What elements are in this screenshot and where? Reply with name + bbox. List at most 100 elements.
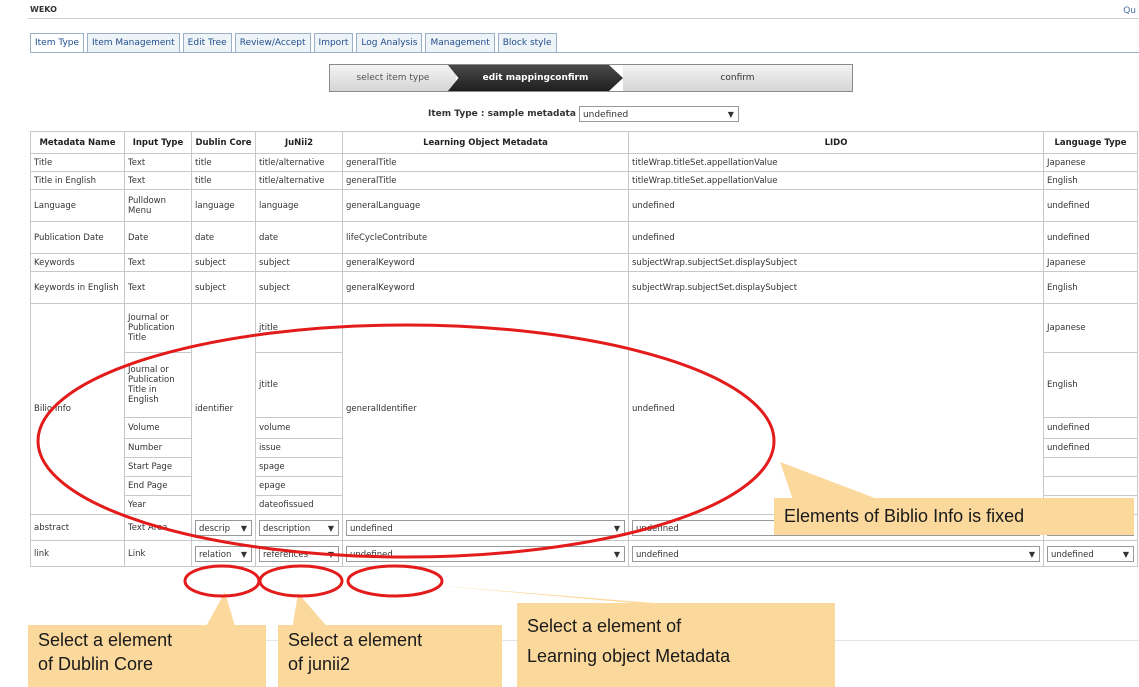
table-row: Keywords in English Text subject subject…: [30, 271, 1138, 304]
cell-dublin: title: [191, 171, 256, 190]
cell-lang: Japanese: [1043, 253, 1138, 272]
link-lang-select[interactable]: undefined ▼: [1047, 545, 1134, 562]
select-value: undefined: [350, 549, 393, 560]
cell-input: Text: [124, 153, 192, 172]
cell-lang: English: [1043, 352, 1138, 418]
cell-name: Keywords: [30, 253, 125, 272]
table-row: Title Text title title/alternative gener…: [30, 153, 1138, 172]
wizard-step-confirm[interactable]: confirm: [623, 65, 852, 91]
cell-lang: [1043, 457, 1138, 477]
cell-lom-biblio: generalIdentifier: [342, 303, 629, 515]
table-row: Keywords Text subject subject generalKey…: [30, 253, 1138, 272]
table-header-row: Metadata Name Input Type Dublin Core JuN…: [30, 131, 1138, 154]
abstract-junii-select[interactable]: description ▼: [259, 519, 339, 536]
callout-junii-line1: Select a element: [288, 630, 423, 650]
tab-block-style[interactable]: Block style: [497, 33, 557, 53]
cell-input: Text: [124, 171, 192, 190]
chevron-down-icon: ▼: [240, 549, 247, 559]
callout-lom-line1: Select a element of: [527, 616, 682, 636]
item-type-select-value: undefined: [582, 110, 629, 120]
cell-lang: undefined: [1043, 417, 1138, 439]
tab-divider: [30, 52, 1139, 53]
cell-lang: undefined ▼: [1043, 540, 1138, 567]
cell-lom: generalKeyword: [342, 271, 629, 304]
chevron-down-icon: ▼: [1028, 549, 1035, 559]
select-value: relation: [199, 549, 232, 560]
cell-lido: undefined: [628, 221, 1044, 254]
tab-item-type[interactable]: Item Type: [30, 33, 85, 53]
cell-lom: undefined ▼: [342, 514, 629, 541]
col-lom: Learning Object Metadata: [342, 131, 629, 154]
tab-review-accept[interactable]: Review/Accept: [234, 33, 311, 53]
table-row: Publication Date Date date date lifeCycl…: [30, 221, 1138, 254]
cell-input: Number: [124, 438, 192, 458]
tab-log-analysis[interactable]: Log Analysis: [356, 33, 423, 53]
cell-input: Start Page: [124, 457, 192, 477]
link-junii-select[interactable]: references ▼: [259, 545, 339, 562]
main-tabs: Item Type Item Management Edit Tree Revi…: [30, 33, 557, 53]
wizard-step-edit-mapping[interactable]: edit mappingconfirm: [448, 65, 623, 91]
cell-lido: undefined: [628, 189, 1044, 222]
cell-junii: subject: [255, 271, 343, 304]
col-language-type: Language Type: [1043, 131, 1138, 154]
cell-junii: language: [255, 189, 343, 222]
cell-junii: jtitle: [255, 303, 343, 353]
callout-lom: Select a element of Learning object Meta…: [517, 603, 835, 687]
link-lido-select[interactable]: undefined ▼: [632, 545, 1040, 562]
cell-lido: undefined ▼: [628, 540, 1044, 567]
cell-lang: undefined: [1043, 189, 1138, 222]
col-dublin-core: Dublin Core: [191, 131, 256, 154]
select-value: undefined: [636, 523, 679, 534]
callout-junii2: Select a element of junii2: [278, 625, 502, 687]
tab-edit-tree[interactable]: Edit Tree: [182, 33, 232, 53]
chevron-down-icon: ▼: [240, 523, 247, 533]
col-lido: LIDO: [628, 131, 1044, 154]
cell-name-biblio: Bilio Info: [30, 303, 125, 515]
cell-input: Text: [124, 253, 192, 272]
cell-input: Text: [124, 271, 192, 304]
link-lom-select[interactable]: undefined ▼: [346, 545, 625, 562]
link-dublin-select[interactable]: relation ▼: [195, 545, 252, 562]
tab-management[interactable]: Management: [425, 33, 495, 53]
table-row-biblio: Bilio Info Journal or Publication Title …: [30, 303, 1138, 515]
cell-dublin: date: [191, 221, 256, 254]
select-value: description: [263, 523, 311, 534]
cell-input: Journal or Publication Title: [124, 303, 192, 353]
wizard-step-select-item-type[interactable]: select item type: [330, 65, 456, 91]
cell-input: Year: [124, 495, 192, 515]
cell-junii: spage: [255, 457, 343, 477]
select-value: undefined: [350, 523, 393, 534]
junii-select-highlight-ellipse: [258, 564, 344, 598]
tab-item-management[interactable]: Item Management: [87, 33, 180, 53]
select-value: undefined: [636, 549, 679, 560]
wizard-steps: select item type edit mappingconfirm con…: [329, 64, 853, 92]
cell-dublin: title: [191, 153, 256, 172]
cell-lang: undefined: [1043, 221, 1138, 254]
cell-dublin: relation ▼: [191, 540, 256, 567]
cell-lang: English: [1043, 171, 1138, 190]
cell-input: Link: [124, 540, 192, 567]
callout-biblio-fixed: Elements of Biblio Info is fixed: [774, 498, 1134, 535]
col-input-type: Input Type: [124, 131, 192, 154]
callout-junii-line2: of junii2: [288, 654, 351, 674]
cell-junii: title/alternative: [255, 171, 343, 190]
table-row-link: link Link relation ▼ references ▼ undefine…: [30, 540, 1138, 567]
item-type-select[interactable]: undefined ▼: [578, 106, 739, 122]
cell-lido: titleWrap.titleSet.appellationValue: [628, 171, 1044, 190]
abstract-dublin-select[interactable]: descrip ▼: [195, 519, 252, 536]
cell-name: abstract: [30, 514, 125, 541]
select-value: descrip: [199, 523, 230, 534]
cell-input: Date: [124, 221, 192, 254]
cell-input: Pulldown Menu: [124, 189, 192, 222]
table-row: Language Pulldown Menu language language…: [30, 189, 1138, 222]
cell-input: Text Area: [124, 514, 192, 541]
cell-lido: titleWrap.titleSet.appellationValue: [628, 153, 1044, 172]
cell-lang: English: [1043, 271, 1138, 304]
cell-lido-biblio: undefined: [628, 303, 1044, 515]
cell-lom: undefined ▼: [342, 540, 629, 567]
cell-junii: description ▼: [255, 514, 343, 541]
abstract-lom-select[interactable]: undefined ▼: [346, 519, 625, 536]
top-right-link[interactable]: Qu: [1123, 6, 1136, 16]
cell-name: link: [30, 540, 125, 567]
tab-import[interactable]: Import: [313, 33, 354, 53]
